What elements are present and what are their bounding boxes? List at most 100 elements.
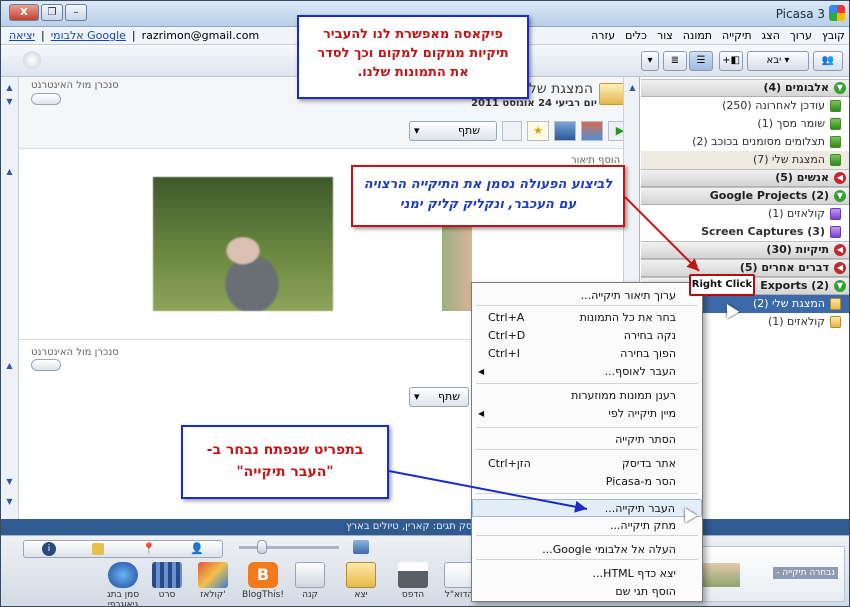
envelope-icon — [444, 562, 474, 588]
album-starred-photos[interactable]: תצלומים מסומנים בכוכב (2) — [641, 133, 849, 151]
maximize-button[interactable]: ❐ — [41, 4, 63, 21]
expand-icon[interactable]: ◀ — [834, 262, 846, 274]
zoom-slider-handle[interactable] — [257, 540, 267, 554]
context-menu-label: בחר את כל התמונות — [579, 311, 676, 324]
expand-icon[interactable]: ▼ — [834, 82, 846, 94]
share-label-2: שתף — [437, 390, 460, 403]
scroll-up-icon[interactable]: ▲ — [4, 167, 15, 178]
album-screensaver[interactable]: שומר מסך (1) — [641, 115, 849, 133]
menu-item[interactable]: הצג — [762, 29, 780, 42]
context-menu-item[interactable]: ערוך תיאור תיקייה... — [472, 287, 702, 305]
context-menu-label: אתר בדיסק — [621, 457, 676, 470]
map-pin-icon[interactable]: 📍 — [142, 542, 156, 555]
group-folders[interactable]: ◀ תיקיות (30) — [641, 241, 849, 259]
add-to-album-icon[interactable]: +◧ — [719, 51, 743, 71]
album-icon — [830, 118, 841, 130]
geotag-button[interactable]: סמן בתג גיאוגרפי — [97, 562, 149, 606]
context-menu-item[interactable]: בחר את כל התמונות Ctrl+A — [472, 309, 702, 327]
movie-button[interactable]: סרט — [147, 562, 187, 600]
scrollbar-left[interactable]: ▲ ▼ ▲ ▲ ▼ ▼ — [1, 77, 19, 519]
sync-toggle[interactable] — [31, 93, 61, 105]
scroll-down-icon[interactable]: ▼ — [4, 97, 15, 108]
person-icon[interactable]: 👤 — [190, 542, 204, 555]
context-menu-item[interactable]: מחק תיקייה... — [472, 517, 702, 535]
scroll-up-icon[interactable]: ▲ — [4, 361, 15, 372]
sync-toggle-2[interactable] — [31, 359, 61, 371]
collage-button[interactable]: קולאז' — [193, 562, 233, 600]
context-menu-item[interactable]: העבר תיקייה... — [472, 499, 702, 517]
expand-icon[interactable]: ▼ — [834, 190, 846, 202]
photo-tray: i 📍 👤 סמן בתג גיאוגרפי סרט קולאז' B BlogT… — [1, 535, 849, 606]
menu-item[interactable]: ערוך — [790, 29, 812, 42]
context-menu-item[interactable]: הפוך בחירה Ctrl+I — [472, 345, 702, 363]
context-menu-item[interactable]: הוסף תגי שם — [472, 583, 702, 601]
thumbnail-view-icon[interactable]: ☰ — [689, 51, 713, 71]
expand-icon[interactable]: ◀ — [834, 244, 846, 256]
picasa-logo-icon — [829, 5, 845, 21]
context-menu-item[interactable]: הסתר תיקייה — [472, 431, 702, 449]
menu-item[interactable]: עזרה — [591, 29, 615, 42]
account-email: razrimon@gmail.com — [141, 29, 260, 42]
menu-item[interactable]: תמונה — [683, 29, 712, 42]
picasa-window: X ❐ – Picasa 3 קובץ ערוך הצג תיקייה תמונה צור… — [0, 0, 850, 607]
close-button[interactable]: X — [9, 4, 39, 21]
share-button-2[interactable]: שתף ▾ — [409, 387, 469, 407]
album-my-slideshow[interactable]: המצגת שלי (7) — [641, 151, 849, 169]
folder-title: המצגת שלי — [525, 81, 593, 97]
collage-icon[interactable] — [581, 121, 603, 141]
context-menu-item[interactable]: מיין תיקייה לפי ◀ — [472, 405, 702, 423]
star-icon[interactable]: ★ — [527, 121, 549, 141]
menu-list: קובץ ערוך הצג תיקייה תמונה צור כלים עזרה — [591, 29, 845, 42]
menu-item[interactable]: קובץ — [822, 29, 845, 42]
menu-item[interactable]: תיקייה — [722, 29, 752, 42]
zoom-slider[interactable] — [239, 546, 339, 549]
project-collages[interactable]: קולאזים (1) — [641, 205, 849, 223]
expand-icon[interactable]: ▼ — [834, 280, 846, 292]
group-people[interactable]: ◀ אנשים (5) — [641, 169, 849, 187]
menu-item[interactable]: כלים — [625, 29, 647, 42]
upload-icon[interactable] — [502, 121, 522, 141]
item-label: קולאזים (1) — [767, 315, 825, 328]
signout-link[interactable]: יציאה — [9, 29, 35, 42]
info-icon[interactable]: i — [42, 542, 56, 556]
shop-button[interactable]: קנה — [293, 562, 327, 600]
context-menu-item[interactable]: העלה אל אלבומי Google... — [472, 541, 702, 559]
context-menu-item[interactable]: נקה בחירה Ctrl+D — [472, 327, 702, 345]
folder-icon — [830, 298, 841, 310]
context-menu-item[interactable]: העבר לאוסף... ◀ — [472, 363, 702, 381]
list-view-icon[interactable]: ≣ — [663, 51, 687, 71]
group-label: תיקיות (30) — [766, 243, 829, 256]
import-button[interactable]: יבא ▾ — [747, 51, 809, 71]
view-dropdown-button[interactable]: ▾ — [641, 51, 659, 71]
print-button[interactable]: הדפס — [393, 562, 433, 600]
separator: | — [41, 29, 45, 42]
project-icon — [830, 226, 841, 238]
tags-icon[interactable] — [92, 543, 104, 555]
scroll-down-icon[interactable]: ▼ — [4, 497, 15, 508]
section-divider — [19, 339, 471, 340]
folder-context-menu: ערוך תיאור תיקייה... בחר את כל התמונות Ctr… — [471, 282, 703, 602]
scroll-up-icon[interactable]: ▲ — [4, 83, 15, 94]
context-menu-item[interactable]: אתר בדיסק Ctrl+הזן — [472, 455, 702, 473]
web-albums-link[interactable]: אלבומי Google — [51, 29, 126, 42]
scroll-up-icon[interactable]: ▲ — [627, 83, 638, 94]
context-menu-item[interactable]: רענן תמונות ממוזערות — [472, 387, 702, 405]
group-albums[interactable]: ▼ אלבומים (4) — [641, 79, 849, 97]
scroll-down-icon[interactable]: ▼ — [4, 477, 15, 488]
movie-icon[interactable] — [554, 121, 576, 141]
export-button[interactable]: יצא — [343, 562, 379, 600]
photo-thumbnail-girl-on-rock[interactable] — [153, 177, 333, 311]
selected-thumbnail[interactable] — [700, 563, 740, 587]
album-recently-updated[interactable]: עודכן לאחרונה (250) — [641, 97, 849, 115]
context-menu-item[interactable]: יצא כדף HTML... — [472, 565, 702, 583]
context-menu-item[interactable]: הסר מ-Picasa — [472, 473, 702, 491]
blogthis-button[interactable]: B BlogThis! — [241, 562, 285, 600]
people-icon[interactable]: 👥 — [813, 51, 843, 71]
project-screen-captures[interactable]: Screen Captures (3) — [641, 223, 849, 241]
minimize-button[interactable]: – — [65, 4, 87, 21]
expand-icon[interactable]: ◀ — [834, 172, 846, 184]
zoom-picture-icon[interactable] — [353, 540, 369, 554]
menu-item[interactable]: צור — [657, 29, 673, 42]
group-google-projects[interactable]: ▼ Google Projects (2) — [641, 187, 849, 205]
share-button[interactable]: שתף ▾ — [409, 121, 497, 141]
